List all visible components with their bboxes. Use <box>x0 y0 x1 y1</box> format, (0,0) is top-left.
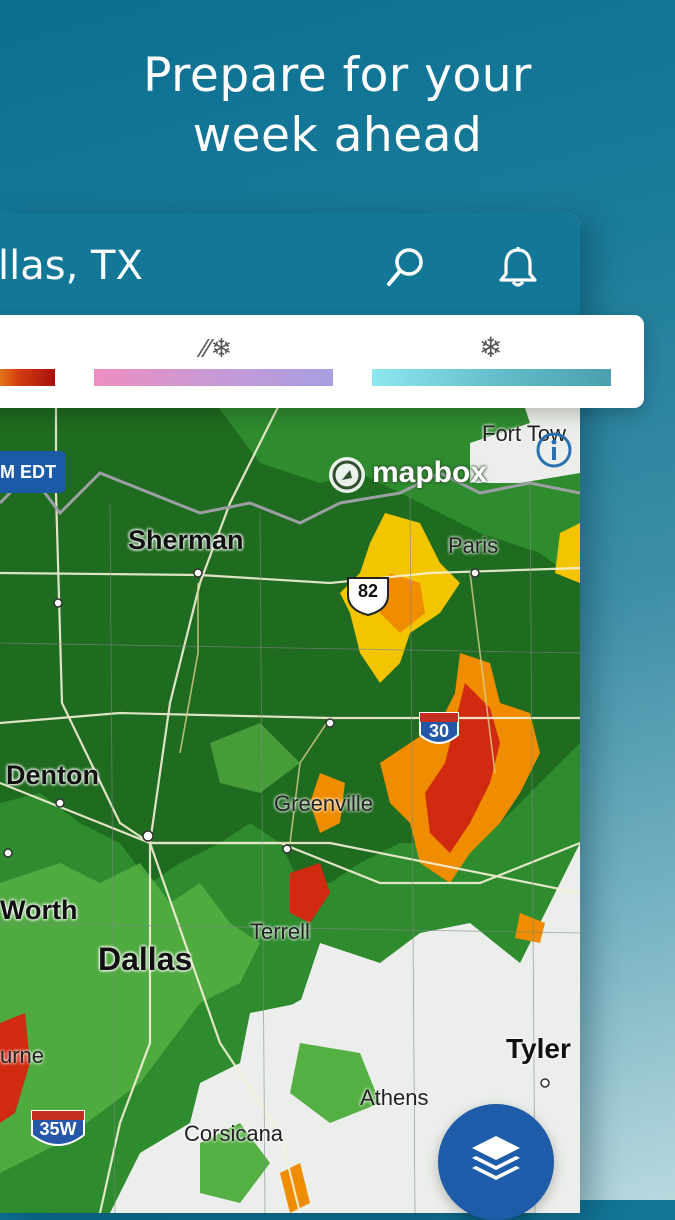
map-label-tyler: Tyler <box>506 1033 571 1064</box>
timestamp-badge[interactable]: M EDT <box>0 451 66 493</box>
headline-line-1: Prepare for your <box>143 48 532 103</box>
bell-icon[interactable] <box>496 245 540 289</box>
i-35w-shield-label: 35W <box>39 1119 77 1139</box>
map-label-denton: Denton <box>6 760 99 790</box>
map-label-athens: Athens <box>360 1085 429 1110</box>
header-bar: llas, TX <box>0 213 580 323</box>
mapbox-wordmark: mapbox <box>372 456 488 489</box>
precip-legend: ⁄⁄❄ ❄ <box>0 315 644 408</box>
mapbox-attribution[interactable]: mapbox <box>326 452 506 498</box>
layers-icon <box>472 1136 520 1180</box>
snowflake-icon: ❄ <box>479 332 503 363</box>
sleet-icon: ⁄⁄❄ <box>202 333 233 363</box>
map-label-paris: Paris <box>448 533 499 558</box>
i-30-shield-label: 30 <box>428 721 450 741</box>
snow-scale-bar <box>372 369 611 386</box>
layers-button[interactable] <box>438 1104 554 1220</box>
map-label-cleburne: urne <box>0 1043 45 1068</box>
headline: Prepare for your week ahead <box>0 46 675 166</box>
location-title[interactable]: llas, TX <box>0 243 143 289</box>
headline-line-2: week ahead <box>192 108 483 163</box>
mix-scale-bar <box>94 369 333 386</box>
map-label-corsicana: Corsicana <box>184 1121 284 1146</box>
search-icon[interactable] <box>384 245 428 289</box>
map-label-greenville: Greenville <box>274 791 374 816</box>
info-icon[interactable] <box>534 430 574 470</box>
us-82-shield-label: 82 <box>357 581 379 601</box>
map-label-worth: Worth <box>0 895 78 925</box>
rain-scale-bar <box>0 369 55 386</box>
map-label-sherman: Sherman <box>128 525 244 555</box>
map-label-dallas: Dallas <box>98 941 193 977</box>
map-label-terrell: Terrell <box>250 919 310 944</box>
